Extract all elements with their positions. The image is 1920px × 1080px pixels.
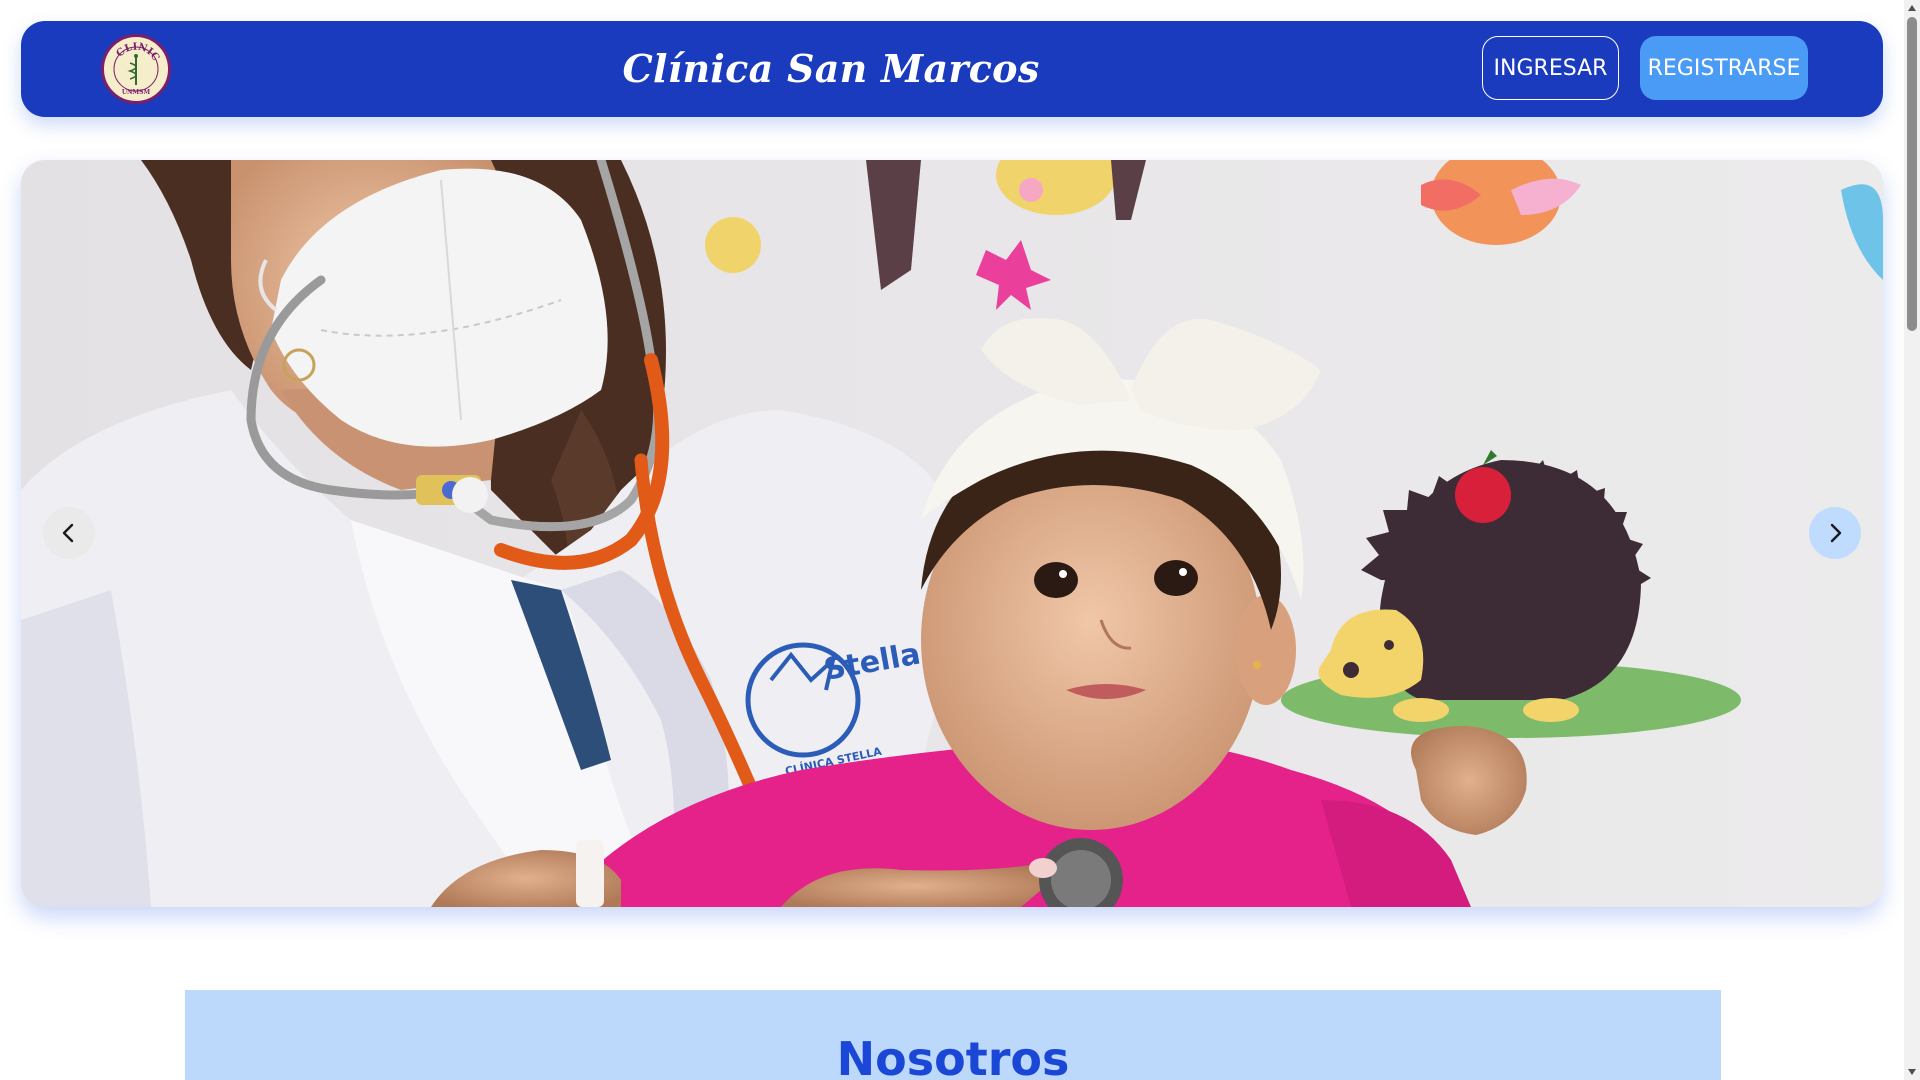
page-scrollbar[interactable] [1904,0,1920,1080]
site-title: Clínica San Marcos [622,46,1040,91]
about-title: Nosotros [836,1032,1070,1080]
scroll-thumb[interactable] [1907,17,1917,331]
chevron-right-icon [1830,523,1842,543]
login-button[interactable]: INGRESAR [1482,36,1619,100]
scroll-up-arrow-icon[interactable] [1904,0,1920,16]
hero-carousel[interactable]: Stella Maris CLÍNICA STELLA [21,160,1883,907]
carousel-prev-button[interactable] [43,507,95,559]
top-navbar: CLINICA UNMSM Clínica San Marcos INGRESA… [21,21,1883,117]
carousel-next-button[interactable] [1809,507,1861,559]
scroll-down-arrow-icon[interactable] [1904,1064,1920,1080]
about-section: Nosotros [185,990,1721,1080]
register-button[interactable]: REGISTRARSE [1640,36,1808,100]
page: CLINICA UNMSM Clínica San Marcos INGRESA… [0,0,1920,1080]
chevron-left-icon [62,523,74,543]
hero-image: Stella Maris CLÍNICA STELLA [21,160,1883,907]
